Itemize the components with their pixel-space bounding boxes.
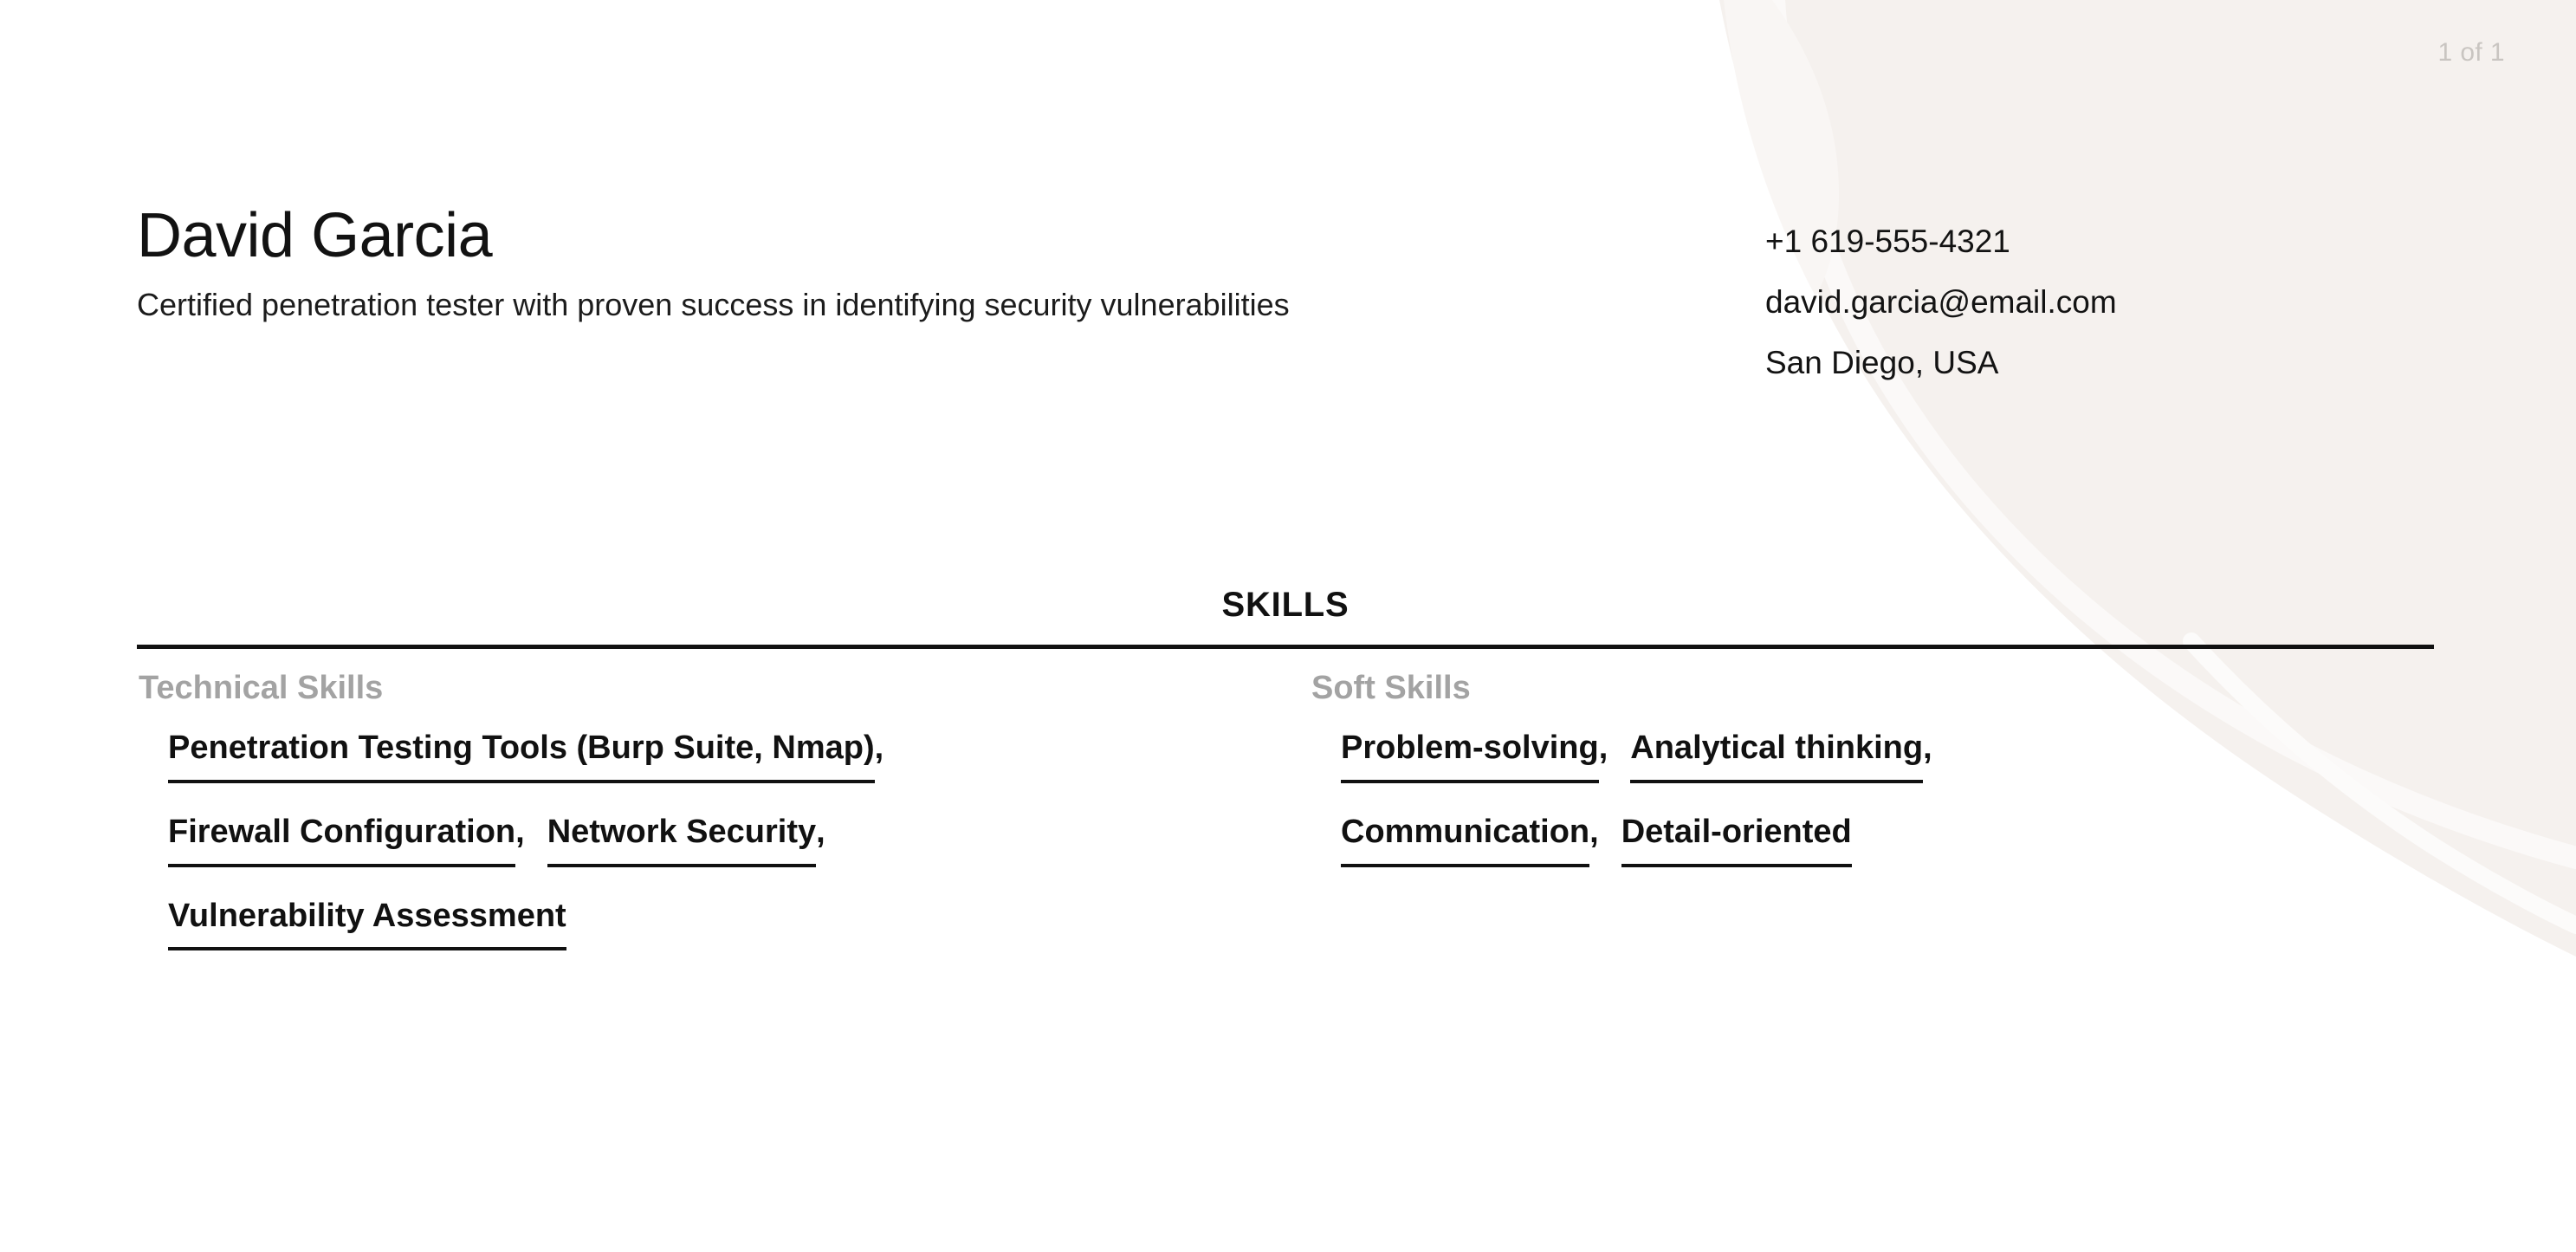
page-indicator: 1 of 1 (2437, 38, 2505, 67)
skill-item: Communication, (1341, 813, 1599, 867)
skill-row: Communication, Detail-oriented (1341, 813, 2434, 879)
skill-name: Vulnerability Assessment (168, 897, 566, 951)
skill-separator: , (816, 813, 825, 850)
skill-separator: , (1598, 730, 1608, 766)
skill-separator: , (515, 813, 525, 850)
skill-name: Analytical thinking (1630, 729, 1924, 783)
skill-name: Network Security (547, 813, 817, 867)
skill-item: Analytical thinking, (1630, 729, 1932, 783)
skill-list-soft: Problem-solving, Analytical thinking, Comm… (1310, 729, 2434, 879)
contact-location: San Diego, USA (1765, 345, 1999, 380)
section-title-skills: SKILLS (1221, 586, 1349, 624)
skill-separator: , (1589, 813, 1599, 850)
skill-row: Penetration Testing Tools (Burp Suite, N… (168, 729, 1310, 795)
skill-row: Problem-solving, Analytical thinking, (1341, 729, 2434, 795)
skill-item: Network Security, (547, 813, 825, 867)
skill-item: Detail-oriented (1621, 813, 1852, 867)
skill-separator: , (1923, 730, 1932, 766)
skill-separator: , (874, 730, 884, 766)
header-identity-block: David Garcia Certified penetration teste… (137, 204, 1722, 327)
resume-page: David Garcia Certified penetration teste… (0, 0, 2576, 1252)
skill-name: Firewall Configuration (168, 813, 516, 867)
skill-item: Penetration Testing Tools (Burp Suite, N… (168, 729, 883, 783)
contact-phone: +1 619-555-4321 (1765, 224, 2010, 259)
skill-item: Problem-solving, (1341, 729, 1608, 783)
skills-category-label-soft: Soft Skills (1311, 670, 1471, 706)
skill-row: Firewall Configuration, Network Security, (168, 813, 1310, 879)
skill-name: Problem-solving (1341, 729, 1599, 783)
skill-row: Vulnerability Assessment (168, 897, 1310, 963)
skills-column-technical: Technical Skills Penetration Testing Too… (137, 671, 1310, 963)
contact-block: +1 619-555-4321 david.garcia@email.com S… (1722, 204, 2434, 379)
skill-name: Penetration Testing Tools (Burp Suite, N… (168, 729, 875, 783)
skill-name: Communication (1341, 813, 1590, 867)
candidate-name: David Garcia (137, 201, 493, 270)
candidate-summary: Certified penetration tester with proven… (137, 287, 1290, 322)
skill-item: Firewall Configuration, (168, 813, 525, 867)
skill-name: Detail-oriented (1621, 813, 1852, 867)
contact-email: david.garcia@email.com (1765, 284, 2117, 320)
resume-header: David Garcia Certified penetration teste… (137, 204, 2434, 379)
skill-list-technical: Penetration Testing Tools (Burp Suite, N… (137, 729, 1310, 963)
skill-item: Vulnerability Assessment (168, 897, 566, 951)
section-skills: SKILLS Technical Skills Penetration Test… (137, 587, 2434, 963)
skills-column-soft: Soft Skills Problem-solving, Analytical t… (1310, 671, 2434, 963)
skills-columns: Technical Skills Penetration Testing Too… (137, 649, 2434, 963)
skills-category-label-technical: Technical Skills (139, 670, 384, 706)
